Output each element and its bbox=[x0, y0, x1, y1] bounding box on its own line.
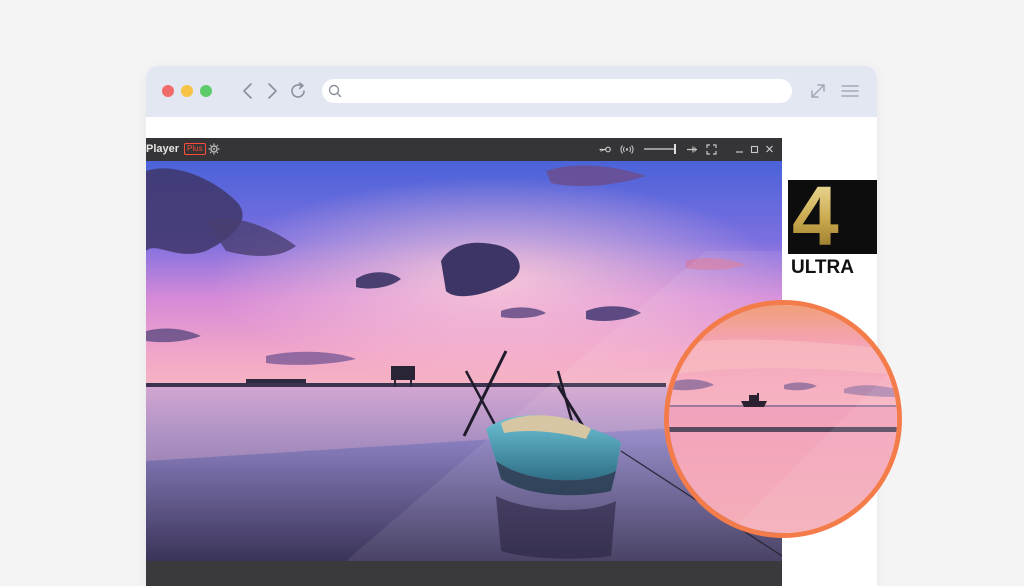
plus-badge: Plus bbox=[184, 143, 206, 155]
reload-icon[interactable] bbox=[287, 80, 309, 102]
pin-icon[interactable] bbox=[686, 144, 698, 155]
maximize-icon[interactable] bbox=[750, 144, 759, 155]
volume-handle[interactable] bbox=[674, 144, 676, 154]
logo-ultra-text: ULTRA bbox=[791, 257, 854, 276]
forward-icon[interactable] bbox=[261, 80, 283, 102]
close-icon[interactable] bbox=[765, 144, 774, 155]
key-icon[interactable] bbox=[598, 144, 612, 155]
logo-4-digit: 4 bbox=[792, 180, 839, 258]
back-icon[interactable] bbox=[237, 80, 259, 102]
volume-slider[interactable] bbox=[644, 148, 676, 150]
browser-toolbar bbox=[146, 66, 877, 117]
maximize-window-button[interactable] bbox=[200, 85, 212, 97]
magnified-view bbox=[669, 305, 897, 533]
expand-icon[interactable] bbox=[807, 80, 829, 102]
close-window-button[interactable] bbox=[162, 85, 174, 97]
4k-ultra-logo: 4 ULTRA bbox=[788, 180, 877, 276]
broadcast-icon[interactable] bbox=[620, 144, 634, 155]
address-input[interactable] bbox=[348, 81, 782, 103]
zoom-magnifier bbox=[664, 300, 902, 538]
address-bar[interactable] bbox=[322, 79, 792, 103]
player-titlebar: Player Plus bbox=[146, 138, 782, 161]
gear-icon[interactable] bbox=[208, 143, 220, 155]
minimize-icon[interactable] bbox=[735, 144, 744, 155]
player-control-bar bbox=[146, 561, 782, 586]
menu-icon[interactable] bbox=[839, 80, 861, 102]
fullscreen-icon[interactable] bbox=[706, 144, 717, 155]
search-icon bbox=[327, 83, 343, 99]
minimize-window-button[interactable] bbox=[181, 85, 193, 97]
player-title: Player bbox=[146, 143, 180, 155]
